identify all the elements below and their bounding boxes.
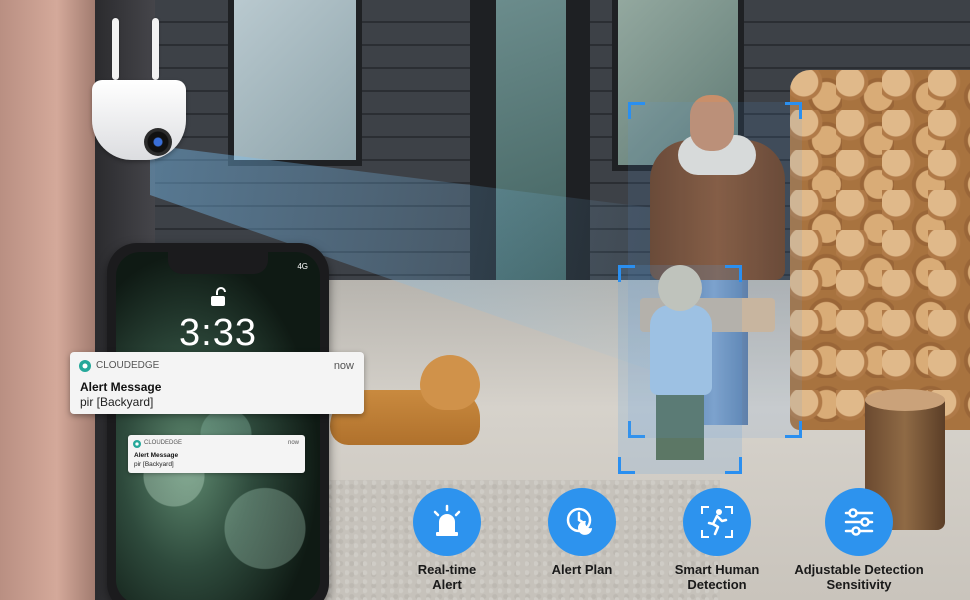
backyard-scene: 4G 3:33 CLOUDEDGE now Alert Message pir … [0, 0, 970, 600]
antenna-right [152, 18, 159, 80]
security-camera [92, 18, 190, 162]
feature-adjustable-sensitivity: Adjustable Detection Sensitivity [784, 488, 934, 592]
feature-label-line1: Adjustable Detection [794, 562, 924, 577]
lock-screen-clock: 3:33 [179, 312, 257, 354]
feature-label-line2: Sensitivity [826, 577, 892, 592]
siren-icon [433, 504, 461, 536]
notification-title: Alert Message [134, 452, 179, 459]
notification-body: pir [Backyard] [80, 395, 154, 409]
human-detection-box [618, 265, 742, 474]
notification-title: Alert Message [80, 380, 162, 394]
stucco-wall [0, 0, 95, 600]
feature-label-line1: Alert Plan [551, 562, 613, 577]
notification-time: now [333, 360, 354, 372]
cloudedge-app-icon [133, 440, 141, 448]
phone-notch [168, 252, 268, 274]
alert-notification-small[interactable]: CLOUDEDGE now Alert Message pir [Backyar… [128, 435, 305, 473]
house-window [228, 0, 362, 166]
cloudedge-app-icon [79, 360, 91, 372]
notification-app-name: CLOUDEDGE [144, 440, 183, 446]
camera-lens [144, 128, 172, 156]
feature-label-line1: Real-time [417, 562, 477, 577]
signal-status: 4G [297, 262, 308, 271]
clock-moon-icon [566, 507, 592, 535]
feature-label-line1: Smart Human [674, 562, 760, 577]
sliders-icon [844, 508, 874, 536]
feature-label-line2: Alert [432, 577, 462, 592]
smartphone: 4G 3:33 [107, 243, 329, 600]
notification-time: now [287, 440, 299, 446]
running-person-icon [701, 506, 733, 538]
unlock-icon [211, 287, 226, 306]
antenna-left [112, 18, 119, 80]
feature-realtime-alert: Real-time Alert [372, 488, 522, 592]
notification-body: pir [Backyard] [134, 461, 174, 468]
phone-lock-screen: 4G 3:33 [116, 252, 320, 600]
feature-label-line2: Detection [687, 577, 747, 592]
feature-smart-human-detection: Smart Human Detection [642, 488, 792, 592]
camera-body [92, 80, 186, 160]
alert-notification[interactable]: CLOUDEDGE now Alert Message pir [Backyar… [70, 352, 364, 414]
firewood-pile [790, 70, 970, 430]
notification-app-name: CLOUDEDGE [96, 360, 160, 371]
feature-alert-plan: Alert Plan [507, 488, 657, 577]
